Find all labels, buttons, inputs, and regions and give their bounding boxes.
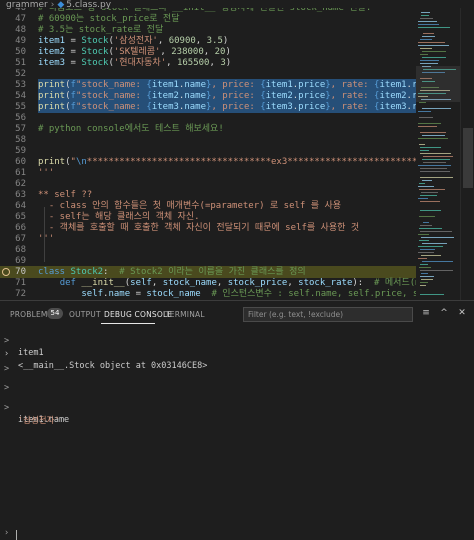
active-tab-indicator: [101, 323, 155, 324]
minimap-line: [421, 192, 438, 193]
minimap-line: [420, 18, 433, 19]
minimap-line: [420, 231, 452, 232]
minimap-line: [420, 177, 453, 178]
minimap-line: [418, 234, 429, 235]
tab-output[interactable]: OUTPUT: [69, 310, 101, 319]
minimap-line: [422, 180, 432, 181]
minimap-line: [420, 54, 428, 55]
bottom-panel: PROBLEMS 54 OUTPUT DEBUG CONSOLE TERMINA…: [0, 300, 474, 540]
maximize-panel-icon[interactable]: ^: [439, 308, 449, 318]
minimap-line: [418, 186, 434, 187]
minimap-line: [420, 282, 428, 283]
minimap-line: [420, 276, 434, 277]
minimap-line: [418, 138, 448, 139]
console-result-text[interactable]: <__main__.Stock object at 0x03146CE8>: [18, 360, 207, 372]
minimap-line: [419, 144, 425, 145]
minimap[interactable]: [416, 8, 460, 300]
minimap-line: [418, 45, 449, 46]
minimap-line: [422, 243, 447, 244]
minimap-line: [420, 168, 447, 169]
minimap-line: [418, 21, 437, 22]
text-cursor: [16, 530, 17, 540]
minimap-line: [418, 27, 450, 28]
console-input-text: item1: [18, 348, 44, 358]
minimap-line: [423, 222, 429, 223]
close-panel-icon[interactable]: ✕: [457, 308, 467, 318]
minimap-line: [420, 264, 428, 265]
console-string-result: '삼성전자': [18, 416, 60, 426]
minimap-line: [418, 111, 431, 112]
minimap-line: [421, 237, 454, 238]
minimap-line: [422, 51, 446, 52]
minimap-line: [419, 183, 425, 184]
minimap-line: [420, 153, 451, 154]
minimap-line: [418, 258, 427, 259]
minimap-line: [420, 150, 429, 151]
minimap-line: [419, 228, 442, 229]
minimap-line: [420, 270, 453, 271]
minimap-line: [421, 279, 433, 280]
minimap-line: [420, 249, 435, 250]
minimap-line: [422, 108, 451, 109]
minimap-line: [420, 294, 444, 295]
minimap-line: [421, 15, 429, 16]
minimap-line: [422, 261, 453, 262]
console-prompt[interactable]: ›: [0, 528, 474, 540]
minimap-line: [423, 162, 446, 163]
minimap-line: [418, 252, 434, 253]
minimap-line: [420, 60, 439, 61]
minimap-line: [422, 57, 446, 58]
console-line: '삼성전자': [0, 403, 60, 439]
minimap-line: [418, 165, 451, 166]
lightbulb-icon[interactable]: [2, 268, 10, 276]
minimap-line: [423, 156, 453, 157]
scrollbar-thumb[interactable]: [463, 128, 473, 188]
minimap-line: [419, 267, 431, 268]
minimap-line: [419, 102, 426, 103]
minimap-line: [418, 126, 437, 127]
minimap-line: [418, 198, 428, 199]
problems-count-badge: 54: [47, 308, 63, 319]
minimap-line: [420, 132, 446, 133]
minimap-line: [419, 117, 433, 118]
minimap-line: [418, 24, 439, 25]
minimap-line: [420, 225, 432, 226]
minimap-line: [422, 159, 450, 160]
minimap-line: [420, 285, 426, 286]
clear-console-icon[interactable]: ≡: [421, 308, 431, 318]
minimap-line: [420, 63, 438, 64]
minimap-line: [420, 195, 437, 196]
prompt-chevron-icon: ›: [4, 528, 10, 538]
console-filter-input[interactable]: Filter (e.g. text, !exclude): [243, 307, 413, 322]
minimap-line: [418, 246, 443, 247]
minimap-line: [422, 36, 435, 37]
minimap-line: [423, 33, 434, 34]
minimap-line: [419, 216, 435, 217]
minimap-line: [420, 147, 441, 148]
minimap-line: [419, 189, 445, 190]
minimap-line: [421, 273, 428, 274]
minimap-line: [421, 255, 441, 256]
minimap-line: [420, 171, 450, 172]
panel-tabs: PROBLEMS 54 OUTPUT DEBUG CONSOLE TERMINA…: [0, 301, 474, 327]
minimap-line: [420, 48, 432, 49]
code-editor[interactable]: 46 # 다음코드 등 stock 클래스의 __init__ 생성자에 전달된 …: [0, 8, 416, 300]
tab-terminal[interactable]: TERMINAL: [165, 310, 205, 319]
editor-scrollbar[interactable]: [460, 8, 474, 300]
minimap-line: [420, 39, 432, 40]
minimap-line: [419, 240, 429, 241]
minimap-line: [418, 42, 445, 43]
minimap-viewport[interactable]: [416, 66, 460, 102]
tab-debug-console[interactable]: DEBUG CONSOLE: [104, 310, 172, 319]
minimap-line: [420, 201, 440, 202]
minimap-line: [420, 210, 441, 211]
minimap-line: [421, 12, 430, 13]
minimap-line: [422, 135, 445, 136]
indent-guide: [44, 221, 45, 240]
minimap-line: [418, 123, 441, 124]
